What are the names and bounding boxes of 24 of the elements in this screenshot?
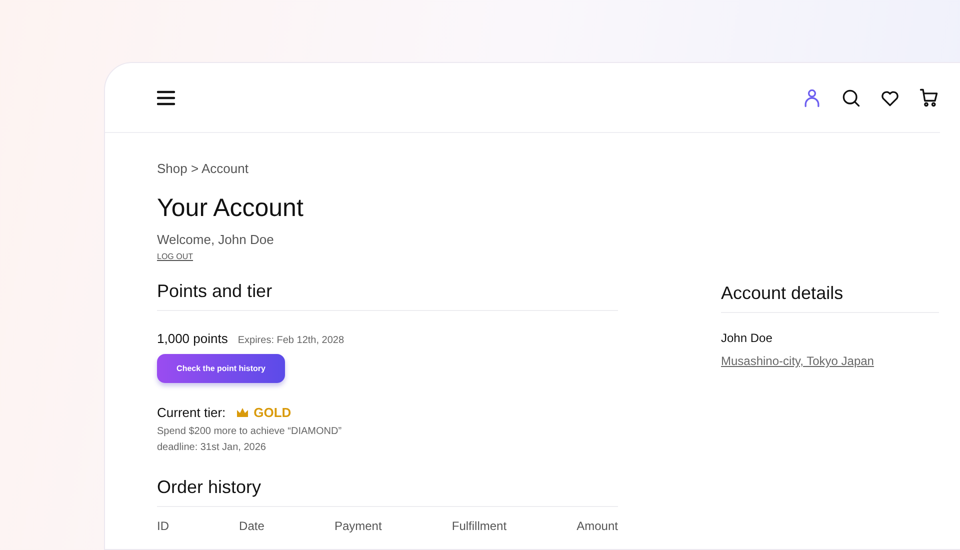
column-header: Amount — [576, 519, 618, 533]
points-balance: 1,000 points — [157, 331, 228, 346]
section-heading: Points and tier — [157, 281, 618, 311]
breadcrumb: Shop > Account — [157, 161, 250, 176]
crown-icon — [236, 407, 249, 418]
page-title: Your Account — [157, 194, 304, 223]
expiry-date: Expires: Feb 12th, 2028 — [238, 335, 344, 346]
menu-icon[interactable] — [157, 90, 175, 106]
section-heading: Account details — [721, 283, 939, 313]
tier-name: GOLD — [254, 405, 292, 420]
tier-progress-text: Spend $200 more to achieve “DIAMOND” — [157, 426, 343, 437]
account-name: John Doe — [721, 331, 774, 345]
section-heading: Order history — [157, 477, 618, 507]
point-history-button[interactable]: Check the point history — [157, 354, 285, 383]
column-header: Fulfillment — [452, 519, 507, 533]
column-header: ID — [157, 519, 169, 533]
cart-icon[interactable] — [918, 86, 940, 108]
welcome-text: Welcome, John Doe — [157, 232, 275, 247]
column-header: Date — [239, 519, 264, 533]
column-header: Payment — [334, 519, 382, 533]
tier-label: Current tier: — [157, 405, 226, 420]
deadline-text: deadline: 31st Jan, 2026 — [157, 442, 267, 453]
address-link[interactable]: Musashino-city, Tokyo Japan — [721, 354, 939, 368]
logout-link[interactable]: LOG OUT — [157, 252, 194, 261]
